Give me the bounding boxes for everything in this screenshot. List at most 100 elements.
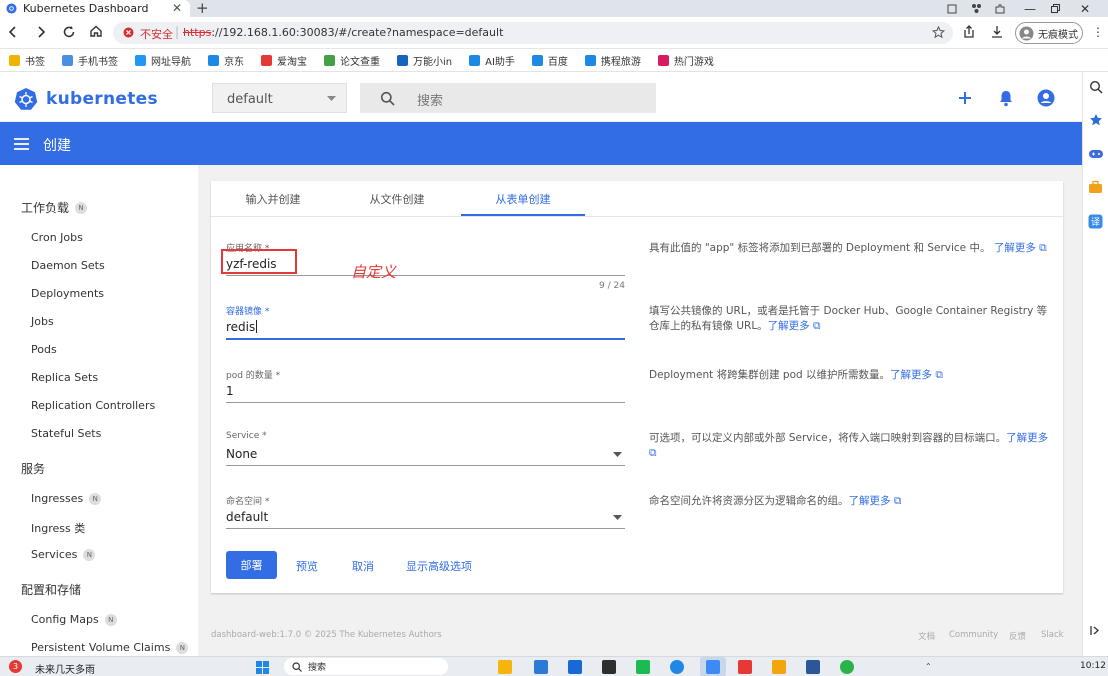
nav-item-label: Deployments (31, 287, 105, 300)
incognito-button[interactable]: 无痕模式 (1015, 22, 1083, 44)
deploy-button[interactable]: 部署 (226, 551, 277, 579)
url-bar[interactable]: 不安全 | https://192.168.1.60:30083/#/creat… (113, 22, 953, 44)
share-icon[interactable] (962, 25, 976, 39)
bookmark-item[interactable]: 手机书签 (62, 53, 118, 68)
image-input[interactable]: redis (226, 320, 258, 334)
tab-input-create[interactable]: 输入并创建 (211, 181, 335, 217)
weather-text[interactable]: 未来几天多雨 (35, 661, 95, 676)
nav-item[interactable]: Pods (31, 343, 57, 356)
windows-start-icon[interactable] (256, 661, 269, 674)
download-icon[interactable] (990, 25, 1004, 39)
nav-item[interactable]: Replication Controllers (31, 399, 155, 412)
nav-item[interactable]: Stateful Sets (31, 427, 101, 440)
reload-icon[interactable] (62, 25, 76, 39)
account-circle-icon[interactable] (1037, 89, 1055, 107)
word-icon[interactable] (806, 660, 820, 674)
bookmark-item[interactable]: 携程旅游 (584, 53, 641, 68)
bookmark-item[interactable]: 热门游戏 (657, 53, 714, 68)
notifications-bell-icon[interactable] (998, 89, 1014, 107)
extensions-icon[interactable] (966, 0, 986, 17)
search-bar[interactable]: 搜索 (360, 83, 656, 113)
learn-more-link[interactable]: 了解更多 ⧉ (849, 495, 902, 507)
namespace-selector[interactable]: default (212, 83, 347, 113)
toolbox-icon[interactable] (1088, 180, 1103, 194)
nav-item[interactable]: Ingress 类 (31, 520, 85, 536)
home-icon[interactable] (89, 24, 103, 38)
restore-icon[interactable] (1045, 0, 1065, 17)
app-icon[interactable] (602, 660, 616, 674)
namespace-select[interactable]: default (226, 510, 268, 524)
close-tab-icon[interactable]: ✕ (172, 1, 182, 15)
footer-link-docs[interactable]: 文档 (918, 630, 935, 642)
app-icon[interactable] (568, 660, 582, 674)
nav-item[interactable]: Config Maps N (31, 613, 117, 626)
brand[interactable]: kubernetes (14, 87, 158, 111)
nav-item[interactable]: Cron Jobs (31, 231, 83, 244)
tab-file-create[interactable]: 从文件创建 (335, 181, 459, 217)
wechat-icon[interactable] (840, 660, 854, 674)
app-icon[interactable] (738, 660, 752, 674)
file-explorer-icon[interactable] (498, 660, 512, 674)
service-dropdown-arrow-icon[interactable] (613, 452, 622, 457)
bookmark-label: 携程旅游 (600, 56, 641, 68)
collapse-sidebar-icon[interactable] (1089, 624, 1102, 637)
pods-input[interactable]: 1 (226, 384, 234, 398)
bookmark-label: 爱淘宝 (277, 56, 307, 68)
learn-more-label: 了解更多 (993, 242, 1036, 254)
footer-link-community[interactable]: Community (949, 630, 998, 640)
game-controller-icon[interactable] (1088, 148, 1104, 160)
tab-actions-icon[interactable] (942, 0, 962, 17)
star-icon[interactable] (932, 26, 945, 39)
learn-more-link[interactable]: 了解更多 ⧉ (890, 369, 943, 381)
app-icon[interactable] (772, 660, 786, 674)
bookmark-item[interactable]: 百度 (531, 53, 568, 68)
tab-form-create[interactable]: 从表单创建 (461, 181, 585, 217)
nav-item[interactable]: Jobs (31, 315, 54, 328)
nav-item[interactable]: Persistent Volume Claims N (31, 641, 189, 654)
page-footer: dashboard-web:1.7.0 © 2025 The Kubernete… (198, 626, 1082, 646)
favorites-star-icon[interactable] (1089, 113, 1103, 127)
nav-item[interactable]: Ingresses N (31, 492, 102, 505)
service-select[interactable]: None (226, 447, 257, 461)
nav-item[interactable]: Deployments (31, 287, 104, 300)
store-icon[interactable] (534, 660, 548, 674)
minimize-icon[interactable]: — (1020, 0, 1040, 17)
forward-icon[interactable] (34, 25, 48, 39)
taskbar-search[interactable]: 搜索 (284, 658, 448, 675)
close-window-icon[interactable]: ✕ (1075, 0, 1095, 17)
learn-more-link[interactable]: 了解更多 ⧉ (768, 320, 821, 332)
bookmark-item[interactable]: AI助手 (469, 53, 515, 68)
puzzle-icon[interactable] (990, 0, 1010, 17)
browser-app-icon[interactable] (670, 660, 684, 674)
footer-link-slack[interactable]: Slack (1041, 630, 1064, 640)
translate-icon[interactable]: 译 (1088, 214, 1103, 229)
preview-button[interactable]: 预览 (296, 558, 318, 574)
nav-item[interactable]: Daemon Sets (31, 259, 105, 272)
browser-tab[interactable]: Kubernetes Dashboard ✕ (0, 0, 190, 17)
app-icon[interactable] (636, 660, 650, 674)
menu-hamburger-icon[interactable] (14, 138, 29, 150)
bookmark-item[interactable]: 京东 (208, 53, 244, 68)
nav-item[interactable]: Services N (31, 548, 96, 561)
insecure-warning-icon (123, 27, 134, 38)
search-icon[interactable] (1089, 80, 1103, 94)
new-tab-button[interactable]: + (196, 0, 209, 17)
namespace-dropdown-arrow-icon[interactable] (613, 515, 622, 520)
back-icon[interactable] (6, 25, 20, 39)
bookmark-item[interactable]: 论文查重 (324, 53, 380, 68)
bookmark-item[interactable]: 爱淘宝 (261, 53, 307, 68)
learn-more-link[interactable]: 了解更多 ⧉ (994, 242, 1047, 254)
footer-link-feedback[interactable]: 反馈 (1009, 630, 1026, 642)
bookmark-item[interactable]: 网址导航 (135, 53, 191, 68)
bookmark-item[interactable]: 万能小in (397, 53, 452, 68)
help-pods: Deployment 将跨集群创建 pod 以维护所需数量。了解更多 ⧉ (649, 368, 1049, 383)
active-app-icon[interactable] (706, 660, 720, 674)
cancel-button[interactable]: 取消 (352, 558, 374, 574)
clock-time[interactable]: 10:12 (1080, 661, 1106, 671)
more-menu-icon[interactable]: ⋮ (1092, 25, 1104, 39)
bookmark-item[interactable]: 书签 (9, 53, 45, 68)
nav-item[interactable]: Replica Sets (31, 371, 98, 384)
show-advanced-button[interactable]: 显示高级选项 (406, 558, 472, 574)
tray-chevron-icon[interactable]: ⌃ (925, 662, 932, 671)
create-plus-icon[interactable] (957, 90, 973, 106)
